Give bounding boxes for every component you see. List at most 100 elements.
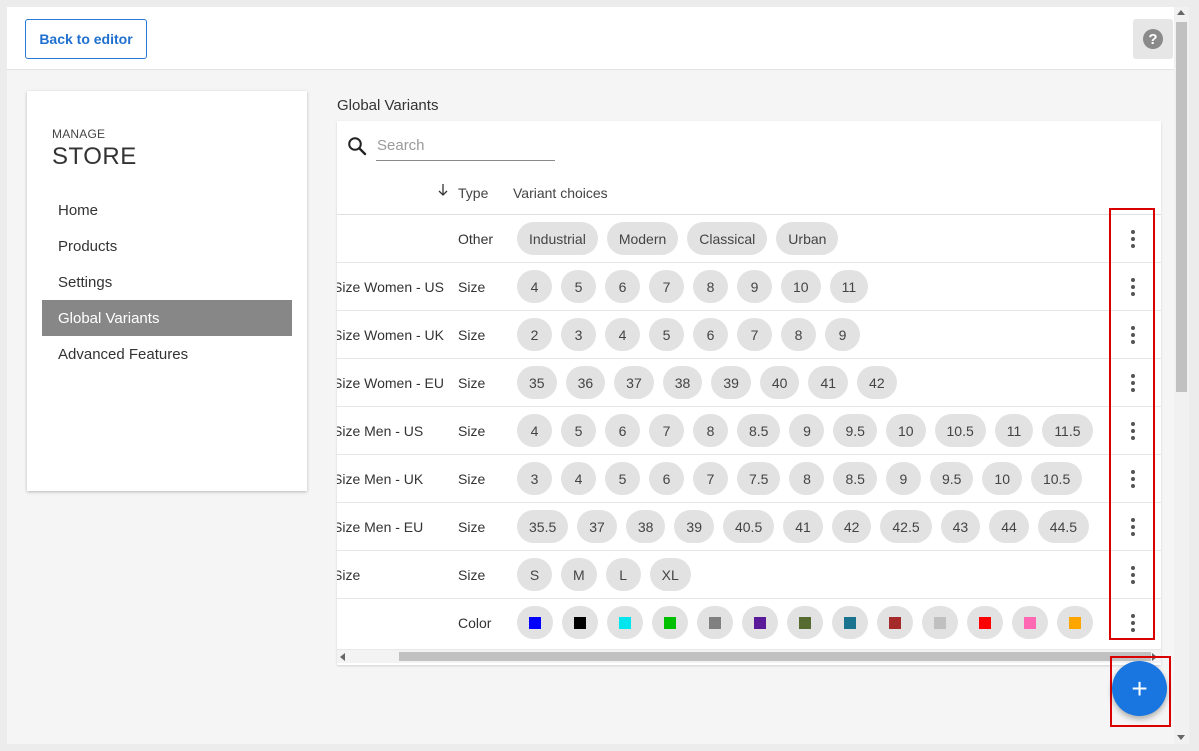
variant-choice-chip[interactable]: 42	[831, 510, 872, 543]
variant-choice-chip[interactable]: 10.5	[934, 414, 986, 447]
variant-choice-chip[interactable]: 11	[994, 414, 1034, 447]
variant-choice-chip[interactable]: 5	[561, 270, 596, 303]
variant-choice-chip[interactable]: 4	[561, 462, 596, 495]
variant-choice-chip[interactable]: 7	[693, 462, 728, 495]
variant-choice-chip[interactable]: Modern	[606, 222, 679, 255]
variant-choice-chip[interactable]: XL	[649, 558, 691, 591]
variant-choice-chip[interactable]: 37	[577, 510, 617, 543]
variant-choice-chip[interactable]: 4	[605, 318, 640, 351]
color-choice-chip[interactable]	[697, 606, 733, 639]
variant-name[interactable]: Size Women - EU	[337, 359, 448, 406]
variant-choice-chip[interactable]: 5	[605, 462, 640, 495]
color-choice-chip[interactable]	[517, 606, 553, 639]
variant-choice-chip[interactable]: 8	[693, 414, 728, 447]
variant-choice-chip[interactable]: L	[605, 558, 641, 591]
variant-choice-chip[interactable]: 5	[561, 414, 596, 447]
variant-choice-chip[interactable]: 5	[649, 318, 684, 351]
variant-choice-chip[interactable]: 9	[737, 270, 772, 303]
color-choice-chip[interactable]	[1012, 606, 1048, 639]
variant-choice-chip[interactable]: M	[561, 558, 597, 591]
more-vert-icon[interactable]	[1123, 466, 1143, 492]
variant-choice-chip[interactable]: 7	[737, 318, 772, 351]
variant-choice-chip[interactable]: 8.5	[833, 462, 877, 495]
variant-name[interactable]: Size Women - US	[337, 263, 448, 310]
color-choice-chip[interactable]	[562, 606, 598, 639]
scroll-left-icon[interactable]	[340, 653, 345, 661]
variant-choice-chip[interactable]: 10	[781, 270, 821, 303]
horizontal-scrollbar[interactable]	[337, 649, 1161, 663]
more-vert-icon[interactable]	[1123, 370, 1143, 396]
variant-choice-chip[interactable]: 4	[517, 414, 552, 447]
vertical-scroll-thumb[interactable]	[1176, 22, 1187, 392]
variant-choice-chip[interactable]: 41	[808, 366, 849, 399]
sidebar-item-global-variants[interactable]: Global Variants	[42, 300, 292, 336]
variant-choice-chip[interactable]: 9	[789, 414, 825, 447]
variant-choice-chip[interactable]: 6	[605, 270, 640, 303]
variant-name[interactable]: Size	[337, 551, 448, 598]
more-vert-icon[interactable]	[1123, 418, 1143, 444]
variant-choice-chip[interactable]: 44.5	[1037, 510, 1090, 543]
color-choice-chip[interactable]	[607, 606, 643, 639]
color-choice-chip[interactable]	[877, 606, 913, 639]
back-to-editor-button[interactable]: Back to editor	[25, 19, 147, 59]
variant-choice-chip[interactable]: 3	[517, 462, 552, 495]
variant-choice-chip[interactable]: 38	[662, 366, 703, 399]
help-button[interactable]: ?	[1133, 19, 1173, 59]
horizontal-scroll-thumb[interactable]	[399, 652, 1151, 661]
more-vert-icon[interactable]	[1123, 322, 1143, 348]
scroll-up-icon[interactable]	[1177, 10, 1185, 15]
column-header-type[interactable]: Type	[458, 185, 488, 201]
more-vert-icon[interactable]	[1123, 610, 1143, 636]
variant-name[interactable]	[337, 599, 448, 646]
variant-name[interactable]: Size Men - UK	[337, 455, 448, 502]
variant-choice-chip[interactable]: 2	[517, 318, 552, 351]
variant-choice-chip[interactable]: 7	[649, 270, 684, 303]
more-vert-icon[interactable]	[1123, 562, 1143, 588]
variant-choice-chip[interactable]: 9.5	[833, 414, 877, 447]
sidebar-item-advanced-features[interactable]: Advanced Features	[42, 336, 292, 372]
variant-choice-chip[interactable]: 44	[989, 510, 1029, 543]
search-input[interactable]	[376, 131, 555, 161]
variant-name[interactable]: Size Women - UK	[337, 311, 448, 358]
variant-choice-chip[interactable]: 7.5	[737, 462, 781, 495]
variant-choice-chip[interactable]: 11	[829, 270, 869, 303]
variant-choice-chip[interactable]: 40.5	[722, 510, 775, 543]
variant-choice-chip[interactable]: 40	[759, 366, 800, 399]
variant-choice-chip[interactable]: 8.5	[737, 414, 781, 447]
variant-choice-chip[interactable]: 41	[783, 510, 823, 543]
color-choice-chip[interactable]	[922, 606, 958, 639]
sort-arrow-down-icon[interactable]	[437, 183, 449, 197]
variant-name[interactable]	[337, 215, 448, 262]
color-choice-chip[interactable]	[1057, 606, 1093, 639]
color-choice-chip[interactable]	[787, 606, 823, 639]
color-choice-chip[interactable]	[967, 606, 1003, 639]
variant-choice-chip[interactable]: 10	[982, 462, 1022, 495]
variant-choice-chip[interactable]: 9	[885, 462, 921, 495]
variant-choice-chip[interactable]: 6	[649, 462, 684, 495]
scroll-down-icon[interactable]	[1177, 735, 1185, 740]
variant-choice-chip[interactable]: 43	[940, 510, 981, 543]
variant-choice-chip[interactable]: 9.5	[929, 462, 974, 495]
add-variant-button[interactable]: +	[1112, 661, 1167, 716]
color-choice-chip[interactable]	[652, 606, 688, 639]
variant-choice-chip[interactable]: 6	[605, 414, 640, 447]
variant-choice-chip[interactable]: 4	[517, 270, 552, 303]
variant-choice-chip[interactable]: 8	[781, 318, 816, 351]
variant-choice-chip[interactable]: Classical	[687, 222, 768, 255]
sidebar-item-settings[interactable]: Settings	[42, 264, 292, 300]
variant-choice-chip[interactable]: 38	[625, 510, 666, 543]
sidebar-item-home[interactable]: Home	[42, 192, 292, 228]
variant-choice-chip[interactable]: 9	[825, 318, 860, 351]
variant-choice-chip[interactable]: 6	[693, 318, 728, 351]
variant-choice-chip[interactable]: 11.5	[1042, 414, 1093, 447]
sidebar-item-products[interactable]: Products	[42, 228, 292, 264]
variant-choice-chip[interactable]: S	[517, 558, 552, 591]
variant-choice-chip[interactable]: 10	[885, 414, 926, 447]
color-choice-chip[interactable]	[832, 606, 868, 639]
variant-choice-chip[interactable]: 39	[674, 510, 714, 543]
more-vert-icon[interactable]	[1123, 514, 1143, 540]
color-choice-chip[interactable]	[742, 606, 778, 639]
variant-name[interactable]: Size Men - US	[337, 407, 448, 454]
more-vert-icon[interactable]	[1123, 226, 1143, 252]
variant-choice-chip[interactable]: 35.5	[517, 510, 569, 543]
